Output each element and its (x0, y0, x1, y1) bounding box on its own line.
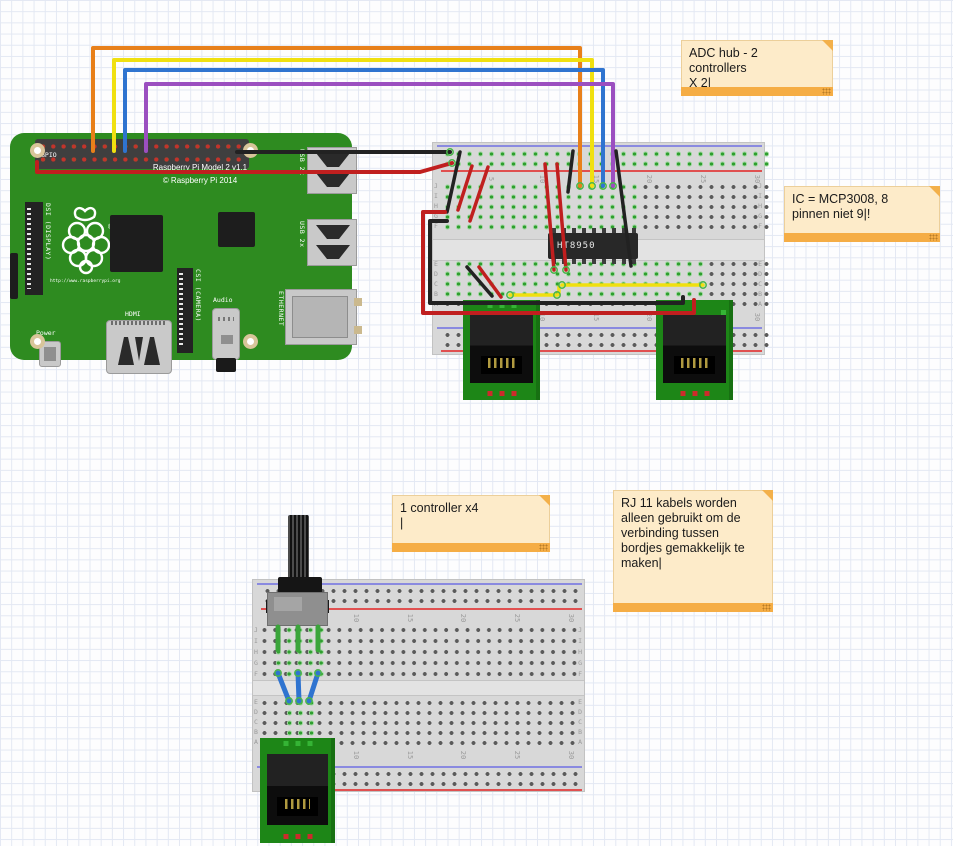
audio-jack-barrel (216, 358, 236, 372)
audio-jack (212, 308, 240, 360)
raspberry-pi-board[interactable]: GPIO Raspberry Pi Model 2 v1.1 © Raspber… (10, 133, 352, 360)
note-text[interactable]: ADC hub - 2 controllers X 2| (689, 46, 818, 84)
rail-holes[interactable] (442, 149, 772, 159)
csi-label: CSI (CAMERA) (194, 269, 202, 353)
note-resize-bar[interactable] (681, 87, 833, 96)
rj11-jack (267, 754, 329, 825)
rj11-top-pads (283, 741, 312, 746)
note-resize-grip[interactable] (822, 88, 831, 95)
schematic-canvas[interactable]: 51015202530 J I H G F J I H G F E D C B … (0, 0, 953, 846)
column-numbers: 51015202530 (301, 612, 573, 624)
edge-connector (10, 253, 18, 299)
csi-connector (177, 268, 193, 353)
rail-holes[interactable] (442, 159, 772, 169)
sticky-note-adc-hub[interactable]: ADC hub - 2 controllers X 2| (681, 40, 833, 96)
connected-holes[interactable] (442, 259, 706, 301)
note-fold-corner (929, 186, 940, 197)
mounting-hole (30, 143, 45, 158)
note-fold-corner (539, 495, 550, 506)
note-fold-corner (762, 490, 773, 501)
ethernet-label: ETHERNET (277, 291, 285, 351)
usb-port-bottom (307, 219, 357, 266)
sticky-note-controller[interactable]: 1 controller x4 | (392, 495, 550, 552)
row-letters: E D C B A (254, 697, 258, 747)
rj11-jack (470, 315, 533, 383)
potentiometer-body-highlight (274, 597, 302, 611)
pi-copyright: © Raspberry Pi 2014 (120, 176, 280, 185)
note-text[interactable]: RJ 11 kabels worden alleen gebruikt om d… (621, 496, 758, 600)
row-letters: J I H G F (578, 625, 582, 680)
sticky-note-mcp3008[interactable]: IC = MCP3008, 8 pinnen niet 9|! (784, 186, 940, 242)
note-text[interactable]: IC = MCP3008, 8 pinnen niet 9|! (792, 192, 925, 230)
row-letters: J I H G F (758, 181, 762, 231)
raspberry-pi-logo: ® (58, 203, 116, 275)
row-letters: J I H G F (434, 181, 438, 231)
center-channel (253, 680, 584, 696)
note-fold-corner (822, 40, 833, 51)
note-resize-grip[interactable] (539, 544, 548, 551)
note-text[interactable]: 1 controller x4 | (400, 501, 535, 540)
connected-holes[interactable] (442, 182, 640, 232)
rj11-jack (663, 315, 726, 383)
mounting-hole (30, 334, 45, 349)
rj11-breakout-bottom[interactable] (260, 738, 335, 843)
soc-chip (110, 215, 163, 272)
column-numbers: 51015202530 (301, 749, 573, 761)
ram-chip (218, 212, 255, 247)
rj11-solder-pads (680, 391, 709, 396)
dsi-label: DSI (DISPLAY) (44, 203, 52, 295)
rj11-solder-pads (283, 834, 312, 839)
note-resize-bar[interactable] (613, 603, 773, 612)
hdmi-label: HDMI (125, 310, 141, 318)
note-resize-grip[interactable] (929, 234, 938, 241)
row-letters: E D C B A (758, 259, 762, 309)
ethernet-port (285, 289, 357, 345)
rj11-solder-pads (487, 391, 516, 396)
potentiometer-shaft[interactable] (288, 515, 309, 578)
dsi-connector (25, 202, 43, 295)
note-resize-bar[interactable] (392, 543, 550, 552)
sticky-note-rj11[interactable]: RJ 11 kabels worden alleen gebruikt om d… (613, 490, 773, 612)
row-letters: J I H G F (254, 625, 258, 680)
note-resize-grip[interactable] (762, 604, 771, 611)
power-rail-blue-line (437, 145, 762, 147)
audio-label: Audio (213, 296, 233, 304)
usb-label: USB 2x (298, 221, 306, 267)
note-resize-bar[interactable] (784, 233, 940, 242)
jumper-blue[interactable] (298, 673, 299, 701)
gpio-pin-row[interactable] (38, 141, 244, 152)
potentiometer-body[interactable] (267, 592, 328, 626)
mounting-hole (243, 334, 258, 349)
row-letters: E D C B A (578, 697, 582, 747)
pi-website: http://www.raspberrypi.org (50, 279, 120, 284)
hdmi-port (106, 320, 172, 374)
potentiometer-collar[interactable] (278, 577, 322, 593)
